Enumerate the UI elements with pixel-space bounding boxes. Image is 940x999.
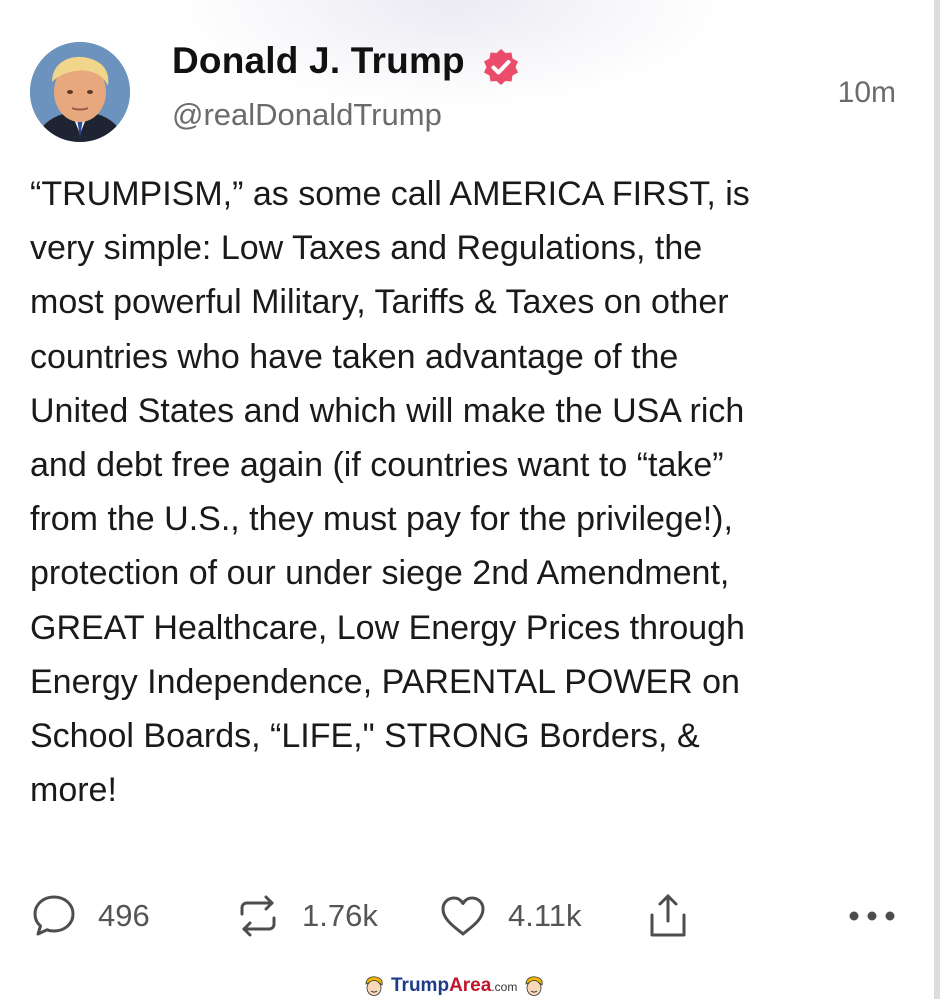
post-line: more! [30, 771, 117, 810]
post-line: Energy Independence, PARENTAL POWER on [30, 662, 740, 701]
watermark-trump: Trump [391, 975, 450, 996]
post-line: and debt free again (if countries want t… [30, 446, 724, 485]
post-line: from the U.S., they must pay for the pri… [30, 500, 733, 539]
watermark-area: Area [449, 975, 492, 996]
watermark-domain: .com [491, 980, 518, 994]
repost-count: 1.76k [302, 898, 378, 933]
reply-button[interactable]: 496 [30, 890, 150, 942]
post-timestamp[interactable]: 10m [838, 76, 896, 110]
post-line: GREAT Healthcare, Low Energy Prices thro… [30, 608, 745, 647]
watermark: TrumpArea.com [363, 973, 545, 999]
share-icon [650, 894, 686, 937]
post-line: School Boards, “LIFE," STRONG Borders, & [30, 717, 700, 756]
post-line: very simple: Low Taxes and Regulations, … [30, 229, 703, 268]
comment-icon [33, 895, 75, 936]
avatar-portrait [30, 42, 130, 142]
author-name[interactable]: Donald J. Trump [172, 40, 465, 82]
heart-icon [441, 896, 485, 936]
post-line: most powerful Military, Tariffs & Taxes … [30, 283, 729, 322]
post-line: protection of our under siege 2nd Amendm… [30, 554, 730, 593]
repost-button[interactable]: 1.76k [234, 890, 378, 942]
verified-badge-icon [484, 49, 518, 85]
repost-icon [240, 895, 276, 937]
trump-face-logo-icon [365, 976, 383, 996]
like-count: 4.11k [508, 898, 582, 933]
trump-face-logo-icon [525, 976, 543, 996]
reply-count: 496 [98, 898, 150, 933]
avatar[interactable] [30, 42, 130, 142]
post-body: “TRUMPISM,” as some call AMERICA FIRST, … [30, 167, 910, 817]
share-button[interactable] [646, 890, 690, 942]
post-line: countries who have taken advantage of th… [30, 337, 679, 376]
right-edge-border [934, 0, 940, 999]
like-button[interactable]: 4.11k [438, 890, 582, 942]
action-bar: 496 1.76k 4.11k [0, 890, 940, 950]
author-handle[interactable]: @realDonaldTrump [172, 97, 442, 133]
post-line: United States and which will make the US… [30, 391, 745, 430]
more-icon [849, 911, 895, 921]
more-options-button[interactable] [846, 890, 898, 942]
post-line: “TRUMPISM,” as some call AMERICA FIRST, … [30, 175, 750, 213]
